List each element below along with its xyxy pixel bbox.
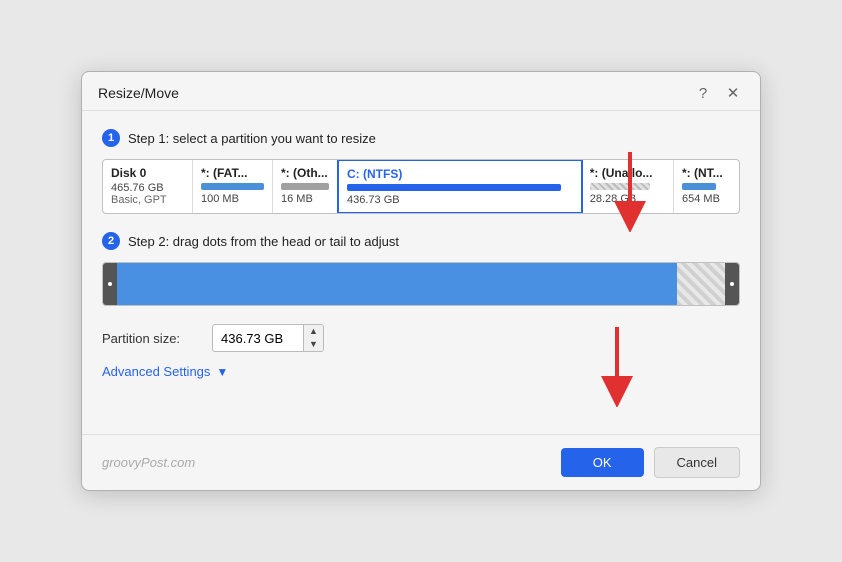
disk0-size: 465.76 GB [111, 182, 184, 194]
partition-size-row: Partition size: ▲ ▼ [102, 324, 740, 352]
partition-ntfs-c[interactable]: C: (NTFS) 436.73 GB [337, 159, 583, 214]
resize-bar-wrapper[interactable] [102, 262, 740, 306]
step1-header: 1 Step 1: select a partition you want to… [102, 129, 740, 147]
step2-header: 2 Step 2: drag dots from the head or tai… [102, 232, 740, 250]
step2-label: Step 2: drag dots from the head or tail … [128, 234, 399, 249]
footer-buttons: OK Cancel [561, 447, 740, 478]
advanced-settings-chevron: ▼ [216, 365, 228, 379]
unallo-bar [590, 183, 650, 190]
help-button[interactable]: ? [692, 82, 714, 104]
step2-badge: 2 [102, 232, 120, 250]
dialog-title: Resize/Move [98, 85, 179, 101]
disk0-label: Disk 0 [111, 166, 184, 180]
partition-table: Disk 0 465.76 GB Basic, GPT *: (FAT... 1… [102, 159, 740, 214]
partition-nt[interactable]: *: (NT... 654 MB [674, 160, 739, 213]
footer-watermark: groovyPost.com [102, 455, 195, 470]
spin-down-button[interactable]: ▼ [304, 338, 323, 351]
resize-blue-region [117, 263, 677, 305]
ntfs-c-size: 436.73 GB [347, 194, 573, 206]
fat-label: *: (FAT... [201, 166, 264, 180]
fat-bar [201, 183, 264, 190]
dialog-body: 1 Step 1: select a partition you want to… [82, 111, 760, 434]
advanced-settings-link[interactable]: Advanced Settings [102, 364, 210, 379]
dialog-titlebar: Resize/Move ? ✕ [82, 72, 760, 111]
ntfs-c-label: C: (NTFS) [347, 167, 573, 181]
fat-size: 100 MB [201, 193, 264, 205]
close-button[interactable]: ✕ [722, 82, 744, 104]
partition-fat[interactable]: *: (FAT... 100 MB [193, 160, 273, 213]
partition-size-label: Partition size: [102, 331, 202, 346]
dialog-footer: groovyPost.com OK Cancel [82, 434, 760, 490]
spin-buttons: ▲ ▼ [303, 325, 323, 351]
unallo-label: *: (Unallo... [590, 166, 665, 180]
unallo-size: 28.28 GB [590, 193, 665, 205]
oth-bar [281, 183, 329, 190]
ntfs-c-bar [347, 184, 561, 191]
nt-bar [682, 183, 716, 190]
right-handle-dot [730, 282, 734, 286]
oth-size: 16 MB [281, 193, 329, 205]
partition-disk0[interactable]: Disk 0 465.76 GB Basic, GPT [103, 160, 193, 213]
partition-size-input-wrap: ▲ ▼ [212, 324, 324, 352]
resize-handle-right[interactable] [725, 263, 739, 305]
step1-badge: 1 [102, 129, 120, 147]
advanced-settings-row: Advanced Settings ▼ [102, 364, 740, 379]
resize-handle-left[interactable] [103, 263, 117, 305]
spin-up-button[interactable]: ▲ [304, 325, 323, 338]
partition-size-input[interactable] [213, 328, 303, 349]
resize-gray-region [677, 263, 725, 305]
left-handle-dot [108, 282, 112, 286]
oth-label: *: (Oth... [281, 166, 329, 180]
ok-button[interactable]: OK [561, 448, 644, 477]
partition-unallo[interactable]: *: (Unallo... 28.28 GB [582, 160, 674, 213]
nt-label: *: (NT... [682, 166, 731, 180]
titlebar-controls: ? ✕ [692, 82, 744, 104]
disk0-info: Basic, GPT [111, 194, 184, 206]
resize-move-dialog: Resize/Move ? ✕ 1 Step 1: select a parti… [81, 71, 761, 491]
nt-size: 654 MB [682, 193, 731, 205]
cancel-button[interactable]: Cancel [654, 447, 740, 478]
partition-oth[interactable]: *: (Oth... 16 MB [273, 160, 338, 213]
step1-label: Step 1: select a partition you want to r… [128, 131, 376, 146]
resize-bar-inner [103, 263, 739, 305]
